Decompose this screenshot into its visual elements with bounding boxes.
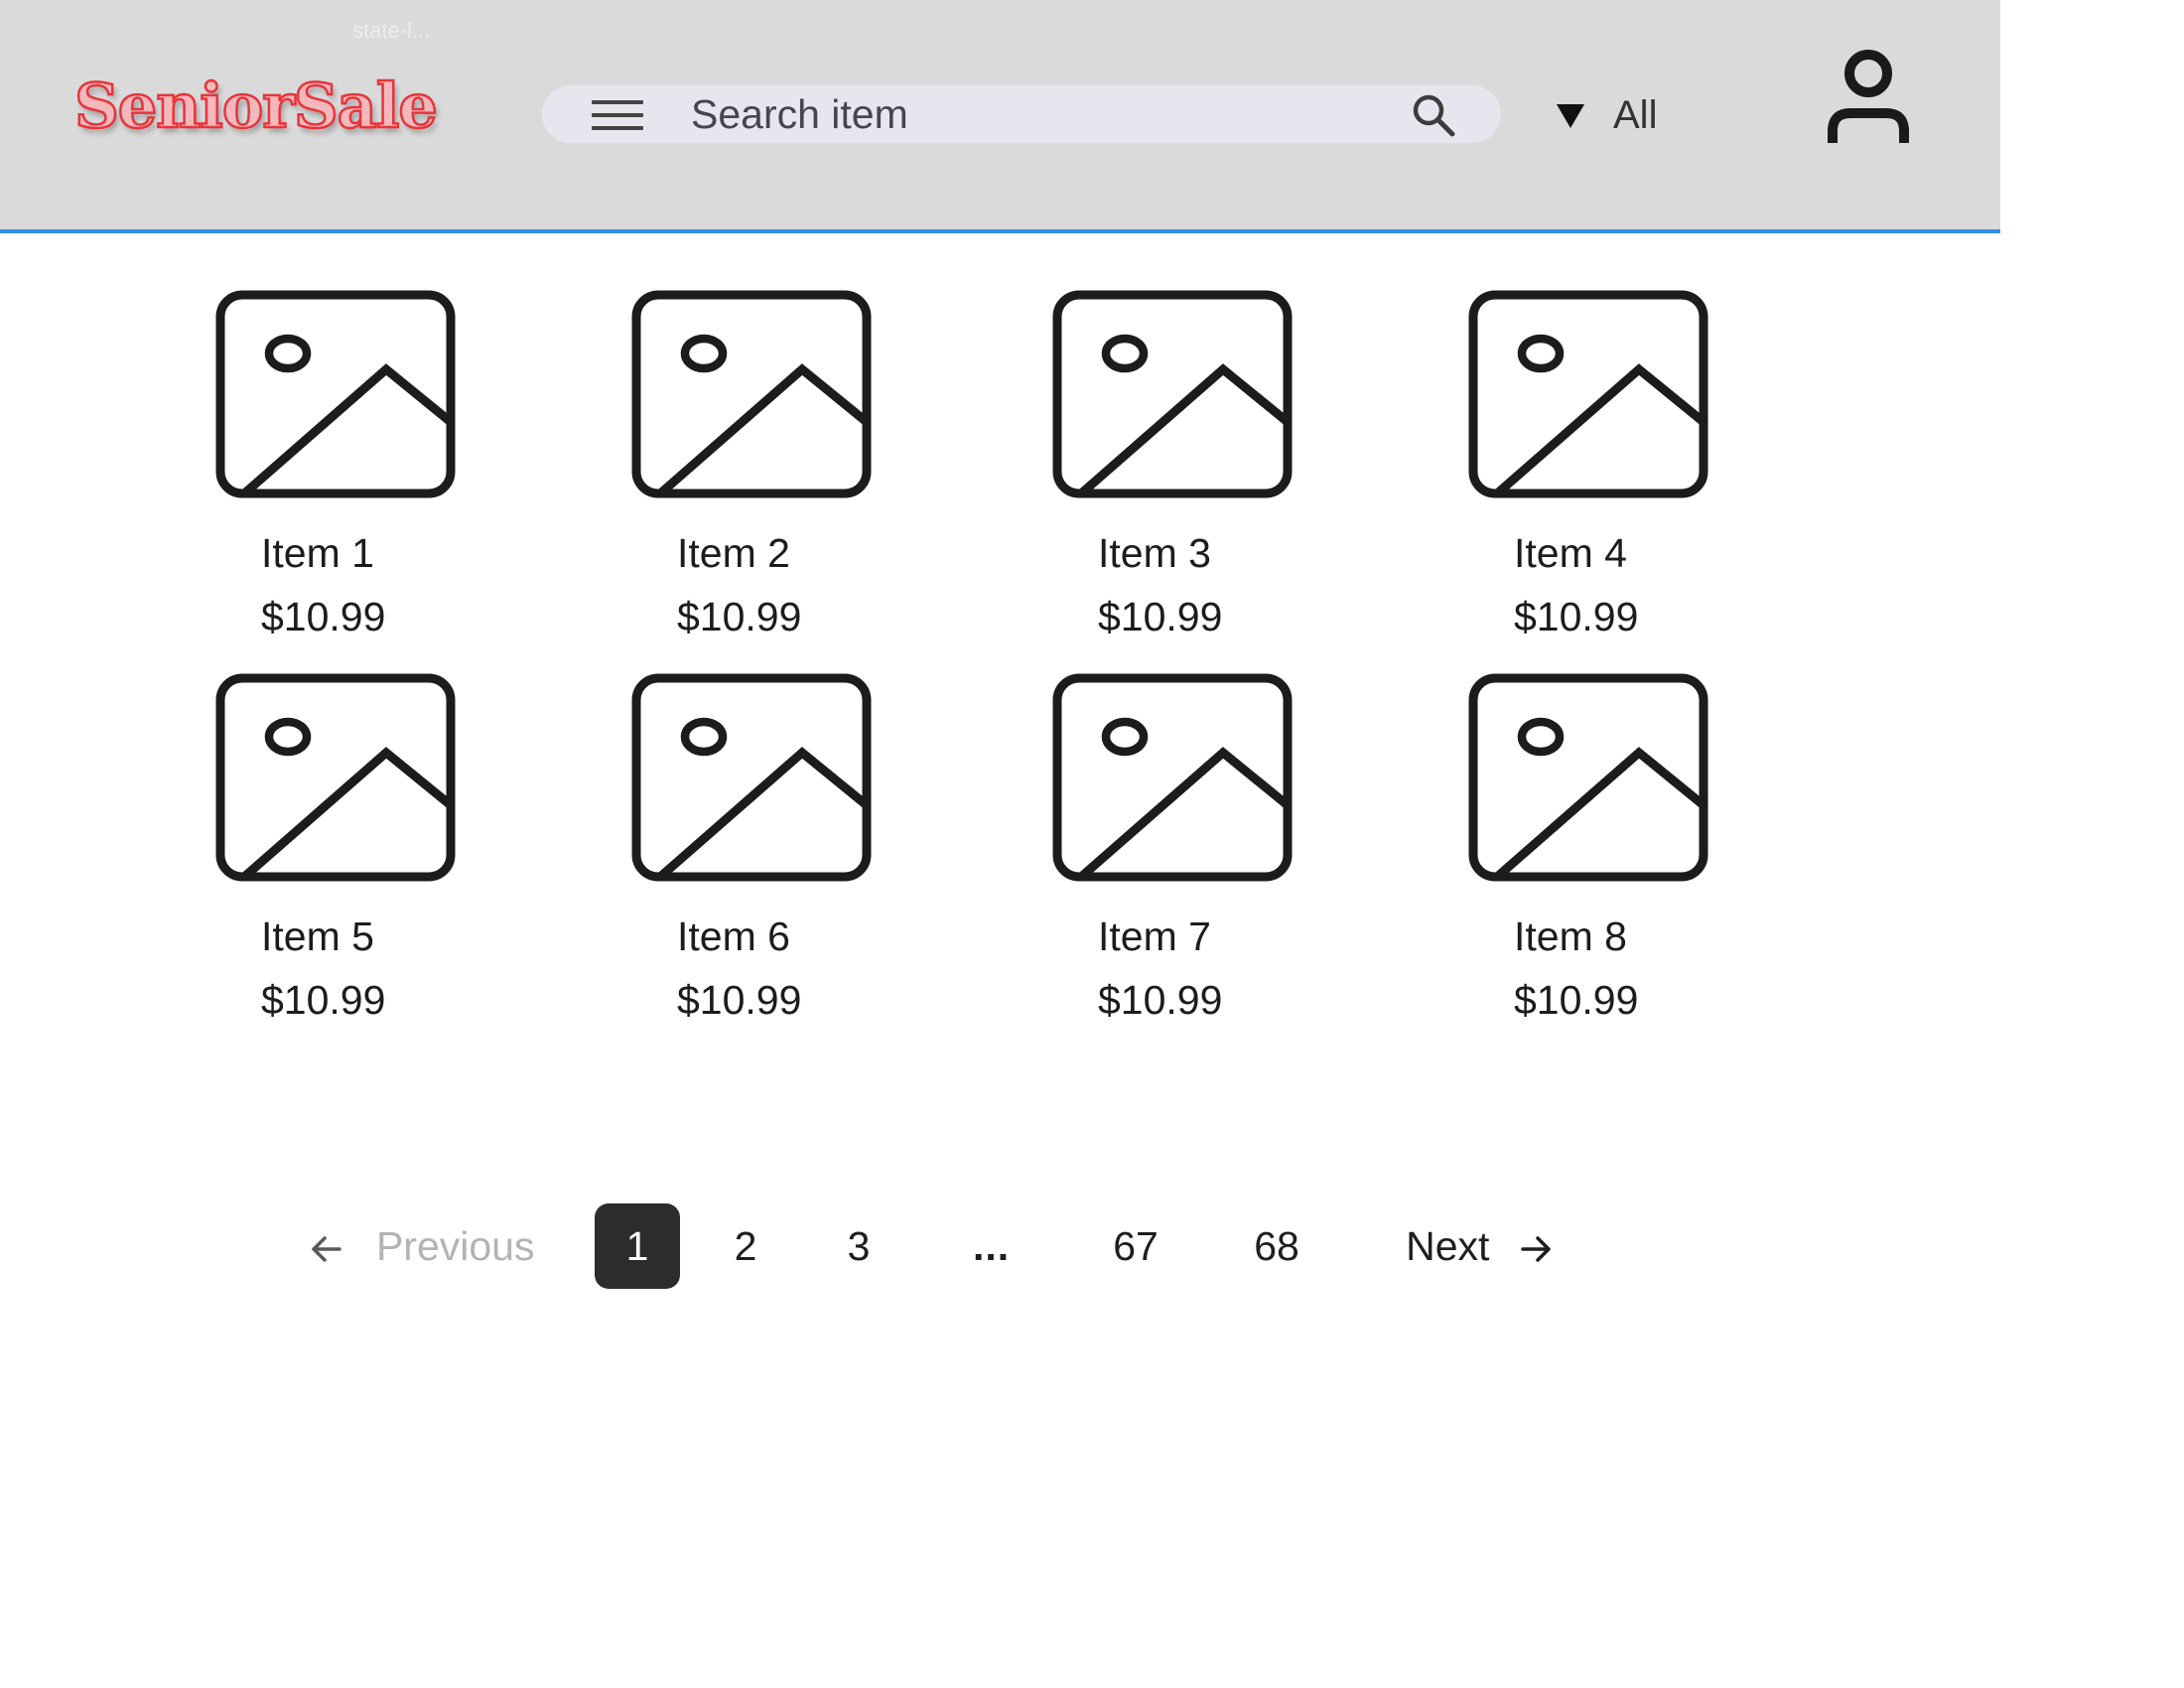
- product-name: Item 4: [1514, 530, 1627, 576]
- category-filter-label: All: [1613, 93, 1658, 137]
- product-name: Item 3: [1098, 530, 1211, 576]
- page-button[interactable]: 67: [1093, 1203, 1178, 1289]
- next-page-button[interactable]: Next: [1385, 1203, 1573, 1289]
- page-button[interactable]: 3: [816, 1203, 901, 1289]
- search-icon[interactable]: [1410, 91, 1457, 139]
- image-placeholder-icon: [1052, 673, 1293, 882]
- product-price: $10.99: [261, 594, 386, 639]
- product-price: $10.99: [1514, 594, 1639, 639]
- image-placeholder-icon: [1052, 290, 1293, 498]
- image-placeholder-icon: [1468, 673, 1708, 882]
- arrow-right-icon: [1521, 1236, 1551, 1262]
- arrow-left-icon: [311, 1236, 341, 1262]
- product-name: Item 8: [1514, 914, 1627, 959]
- previous-page-label: Previous: [375, 1223, 535, 1269]
- product-price: $10.99: [677, 977, 802, 1023]
- product-card[interactable]: Item 2 $10.99: [570, 290, 872, 667]
- product-card[interactable]: Item 4 $10.99: [1407, 290, 1708, 667]
- top-header: state-l... SeniorSale Search item All: [0, 0, 2000, 233]
- product-name: Item 1: [261, 530, 374, 576]
- image-placeholder-icon: [1468, 290, 1708, 498]
- page: state-l... SeniorSale Search item All It…: [0, 0, 2184, 1688]
- image-placeholder-icon: [215, 290, 456, 498]
- image-placeholder-icon: [631, 290, 872, 498]
- site-logo[interactable]: SeniorSale: [73, 69, 439, 144]
- previous-page-button[interactable]: Previous: [298, 1203, 546, 1289]
- product-card[interactable]: Item 8 $10.99: [1407, 673, 1708, 1051]
- product-card[interactable]: Item 1 $10.99: [154, 290, 456, 667]
- page-button-current[interactable]: 1: [595, 1203, 680, 1289]
- product-name: Item 6: [677, 914, 790, 959]
- hamburger-menu-icon[interactable]: [592, 100, 643, 130]
- pagination-ellipsis: ...: [973, 1223, 1011, 1269]
- product-card[interactable]: Item 3 $10.99: [991, 290, 1293, 667]
- product-price: $10.99: [261, 977, 386, 1023]
- product-card[interactable]: Item 7 $10.99: [991, 673, 1293, 1051]
- product-price: $10.99: [1514, 977, 1639, 1023]
- user-account-icon[interactable]: [1823, 48, 1914, 147]
- product-card[interactable]: Item 5 $10.99: [154, 673, 456, 1051]
- product-price: $10.99: [1098, 594, 1223, 639]
- image-placeholder-icon: [631, 673, 872, 882]
- product-price: $10.99: [677, 594, 802, 639]
- product-price: $10.99: [1098, 977, 1223, 1023]
- product-name: Item 2: [677, 530, 790, 576]
- search-bar[interactable]: Search item: [542, 85, 1501, 143]
- product-name: Item 5: [261, 914, 374, 959]
- product-name: Item 7: [1098, 914, 1211, 959]
- triangle-down-icon: [1557, 104, 1584, 128]
- faint-state-label: state-l...: [352, 18, 431, 43]
- product-card[interactable]: Item 6 $10.99: [570, 673, 872, 1051]
- image-placeholder-icon: [215, 673, 456, 882]
- next-page-label: Next: [1406, 1223, 1490, 1269]
- page-button[interactable]: 68: [1234, 1203, 1319, 1289]
- search-input[interactable]: Search item: [691, 85, 908, 143]
- page-button[interactable]: 2: [703, 1203, 788, 1289]
